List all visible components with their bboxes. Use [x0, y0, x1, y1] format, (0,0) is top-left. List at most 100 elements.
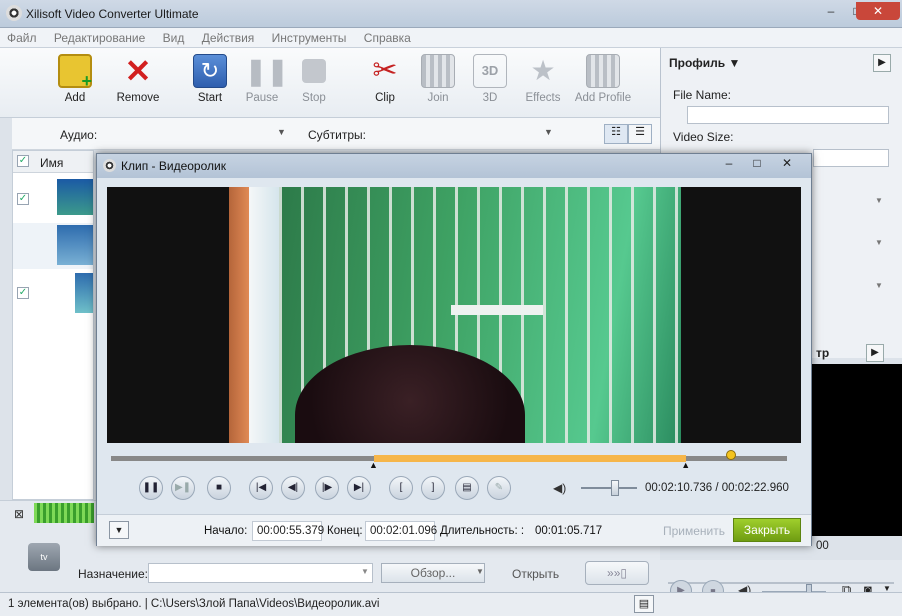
dialog-close-button[interactable]: ✕	[776, 156, 798, 170]
start-marker-icon[interactable]: ▲	[369, 460, 378, 470]
video-size-select[interactable]	[813, 149, 889, 167]
video-player	[107, 187, 801, 443]
end-time-field[interactable]: 00:02:01.096	[365, 521, 437, 541]
convert-queue-icon[interactable]: »»▯	[585, 561, 649, 585]
destination-field[interactable]	[148, 563, 373, 583]
option-dropdown-arrow-icon[interactable]: ▼	[875, 196, 883, 205]
clip-dialog: Клип - Видеоролик – □ ✕ ▲ ▲ ❚❚ ▶❚ ■ |◀ ◀…	[96, 153, 812, 546]
grid-view-icon[interactable]: ☷	[604, 124, 628, 144]
start-button[interactable]: ↻ Start	[180, 54, 240, 104]
segments-toggle-icon[interactable]: ▼	[109, 521, 129, 539]
pause-label: Pause	[245, 92, 279, 104]
3d-button[interactable]: 3D 3D	[460, 54, 520, 104]
join-label: Join	[427, 92, 449, 104]
add-profile-label: Add Profile	[574, 92, 632, 104]
end-marker-icon[interactable]: ▲	[681, 460, 690, 470]
clip-label: Clip	[375, 92, 395, 104]
set-start-icon[interactable]: [	[389, 476, 413, 500]
duration-label: Длительность: :	[440, 525, 525, 537]
join-button[interactable]: Join	[408, 54, 468, 104]
expand-panel-icon[interactable]: ▶	[873, 54, 891, 72]
options-bar: Аудио: ▼ Субтитры: ▼ ☷ ☰	[12, 118, 660, 150]
dialog-maximize-button[interactable]: □	[746, 156, 768, 170]
stop-label: Stop	[302, 92, 326, 104]
volume-thumb[interactable]	[610, 480, 619, 496]
list-item[interactable]: ✓	[13, 173, 93, 221]
subtitles-label: Субтитры:	[308, 128, 367, 142]
apply-button[interactable]: Применить	[663, 524, 725, 538]
skip-start-icon[interactable]: |◀	[249, 476, 273, 500]
preview-title: тр	[816, 346, 830, 360]
preview-screen	[806, 364, 902, 536]
edit-segment-icon[interactable]: ✎	[487, 476, 511, 500]
step-forward-icon[interactable]: |▶	[315, 476, 339, 500]
option-dropdown-arrow-icon[interactable]: ▼	[875, 238, 883, 247]
item-checkbox[interactable]: ✓	[17, 287, 29, 299]
menu-tools[interactable]: Инструменты	[265, 28, 354, 45]
open-button[interactable]: Открыть	[512, 567, 559, 581]
video-thumbnail	[57, 179, 93, 215]
scissors-icon: ✂	[372, 54, 398, 87]
start-time-field[interactable]: 00:00:55.379	[252, 521, 324, 541]
pause-button[interactable]: ❚❚ Pause	[232, 54, 292, 104]
waveform-strip	[34, 503, 94, 523]
clear-list-icon[interactable]: ⊠	[14, 507, 24, 521]
step-back-icon[interactable]: ◀|	[281, 476, 305, 500]
save-segment-icon[interactable]: ▤	[455, 476, 479, 500]
name-column-header[interactable]: Имя	[40, 156, 63, 170]
toolbar: + Add ✕ Remove ↻ Start ❚❚ Pause Stop ✂ C…	[0, 48, 660, 118]
3d-label: 3D	[482, 92, 498, 104]
close-dialog-button[interactable]: Закрыть	[733, 518, 801, 542]
dialog-title: Клип - Видеоролик	[121, 159, 226, 173]
start-label: Начало:	[204, 525, 248, 537]
video-size-label: Video Size:	[673, 130, 734, 144]
clip-selection-range[interactable]	[373, 455, 687, 462]
app-logo-icon	[6, 5, 22, 21]
volume-slider[interactable]	[581, 487, 637, 489]
remove-x-icon: ✕	[124, 53, 152, 89]
pause-icon: ❚❚	[245, 56, 289, 86]
preview-expand-icon[interactable]: ▶	[866, 344, 884, 362]
list-item[interactable]: ✓	[13, 271, 93, 319]
destination-dropdown-icon[interactable]: ▼	[361, 567, 369, 576]
add-profile-button[interactable]: Add Profile	[568, 54, 638, 104]
clip-button[interactable]: ✂ Clip	[355, 54, 415, 104]
menu-actions[interactable]: Действия	[195, 28, 262, 45]
menu-file[interactable]: Файл	[0, 28, 44, 45]
item-checkbox[interactable]: ✓	[17, 193, 29, 205]
browse-dropdown-icon[interactable]: ▼	[476, 567, 484, 576]
dialog-minimize-button[interactable]: –	[718, 156, 740, 170]
select-all-checkbox[interactable]: ✓	[17, 155, 29, 167]
audio-dropdown-arrow-icon[interactable]: ▼	[277, 127, 286, 137]
list-item[interactable]	[13, 223, 93, 269]
effects-button[interactable]: ★ Effects	[513, 54, 573, 104]
stop-icon[interactable]: ■	[207, 476, 231, 500]
set-end-icon[interactable]: ]	[421, 476, 445, 500]
pause-icon[interactable]: ❚❚	[139, 476, 163, 500]
menu-view[interactable]: Вид	[156, 28, 192, 45]
log-icon[interactable]: ▤	[634, 595, 654, 613]
profile-title[interactable]: Профиль ▼	[669, 56, 740, 70]
browse-button[interactable]: Обзор...	[381, 563, 485, 583]
skip-end-icon[interactable]: ▶|	[347, 476, 371, 500]
volume-icon[interactable]: ◀)	[553, 481, 566, 495]
add-file-icon: +	[58, 54, 92, 90]
close-window-button[interactable]: ✕	[856, 2, 900, 20]
file-name-field[interactable]	[687, 106, 889, 124]
list-view-icon[interactable]: ☰	[628, 124, 652, 144]
option-dropdown-arrow-icon[interactable]: ▼	[875, 281, 883, 290]
add-button[interactable]: + Add	[45, 54, 105, 104]
stop-button[interactable]: Stop	[284, 54, 344, 104]
subtitles-dropdown-arrow-icon[interactable]: ▼	[544, 127, 553, 137]
title-bar: Xilisoft Video Converter Ultimate – □ ✕	[0, 0, 902, 28]
remove-button[interactable]: ✕ Remove	[108, 54, 168, 104]
menu-edit[interactable]: Редактирование	[47, 28, 152, 45]
preview-time: 00	[816, 540, 829, 552]
apple-tv-icon[interactable]: tv	[28, 543, 60, 571]
play-segment-icon[interactable]: ▶❚	[171, 476, 195, 500]
video-thumbnail	[75, 273, 93, 313]
start-label: Start	[197, 92, 223, 104]
minimize-button[interactable]: –	[818, 2, 844, 20]
playhead-handle[interactable]	[725, 450, 736, 460]
menu-help[interactable]: Справка	[357, 28, 418, 45]
